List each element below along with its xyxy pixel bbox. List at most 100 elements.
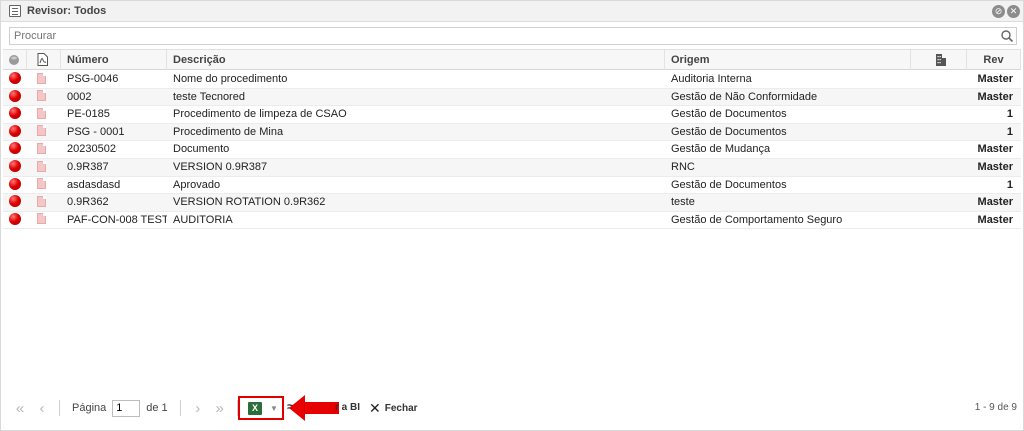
first-page-icon[interactable]: « [9, 400, 31, 417]
chevron-down-icon[interactable]: ▼ [270, 404, 278, 413]
status-cell [3, 159, 27, 176]
description-cell: Documento [173, 143, 230, 156]
pdf-cell[interactable] [27, 194, 61, 211]
building-cell [911, 89, 967, 106]
building-cell [911, 71, 967, 88]
record-count: 1 - 9 de 9 [974, 402, 1017, 413]
rev-cell: Master [977, 160, 1013, 173]
table-row[interactable]: 0002 teste Tecnored Gestão de Não Confor… [3, 88, 1021, 107]
building-column-header[interactable] [911, 50, 967, 70]
search-box [9, 27, 1017, 45]
number-cell: PE-0185 [67, 108, 110, 121]
document-icon[interactable] [37, 72, 46, 84]
document-icon[interactable] [37, 195, 46, 207]
status-red-icon [9, 89, 21, 102]
restore-icon[interactable]: ⊘ [992, 5, 1005, 18]
building-cell [911, 194, 967, 211]
status-icon [9, 55, 19, 65]
export-bi-label[interactable]: r a BI [335, 402, 360, 413]
pdf-column-header[interactable] [27, 50, 61, 70]
pdf-cell[interactable] [27, 89, 61, 106]
pdf-cell[interactable] [27, 71, 61, 88]
table-row[interactable]: 20230502 Documento Gestão de Mudança Mas… [3, 141, 1021, 159]
status-cell [3, 124, 27, 141]
title-bar: Revisor: Todos ⊘ ✕ [1, 1, 1023, 22]
close-button[interactable]: ✕ Fechar [369, 400, 418, 417]
table-row[interactable]: PAF-CON-008 TESTE AUDITORIA Gestão de Co… [3, 212, 1021, 230]
description-column-header[interactable]: Descrição [167, 50, 665, 70]
status-cell [3, 177, 27, 194]
table-row[interactable]: asdasdasd Aprovado Gestão de Documentos … [3, 177, 1021, 195]
number-cell: 0.9R387 [67, 160, 109, 173]
number-cell: PAF-CON-008 TESTE [67, 213, 167, 226]
building-cell [911, 124, 967, 141]
table-row[interactable]: 0.9R362 VERSION ROTATION 0.9R362 teste M… [3, 194, 1021, 212]
number-cell: PSG-0046 [67, 73, 119, 85]
last-page-icon[interactable]: » [209, 400, 231, 417]
status-red-icon [9, 107, 21, 120]
document-icon[interactable] [37, 90, 46, 102]
origin-column-header[interactable]: Origem [665, 50, 911, 70]
grid-header: Número Descrição Origem Rev [3, 49, 1021, 70]
search-icon[interactable] [1000, 29, 1014, 43]
document-icon[interactable] [37, 107, 46, 119]
rev-cell: 1 [1006, 178, 1013, 191]
building-cell [911, 212, 967, 229]
number-column-header[interactable]: Número [61, 50, 167, 70]
origin-cell: Gestão de Comportamento Seguro [671, 213, 843, 226]
toolbar-separator [59, 400, 60, 416]
pdf-cell[interactable] [27, 124, 61, 141]
rev-cell: 1 [1006, 108, 1013, 121]
table-row[interactable]: PSG - 0001 Procedimento de Mina Gestão d… [3, 123, 1021, 142]
document-icon[interactable] [37, 213, 46, 225]
status-column-header[interactable] [3, 50, 27, 70]
description-cell: Procedimento de limpeza de CSAO [173, 108, 347, 121]
rev-column-header[interactable]: Rev [967, 50, 1021, 70]
status-red-icon [9, 195, 21, 208]
building-icon [936, 54, 946, 66]
table-row[interactable]: PE-0185 Procedimento de limpeza de CSAO … [3, 106, 1021, 124]
description-cell: Aprovado [173, 178, 221, 191]
search-input[interactable] [10, 28, 990, 44]
status-cell [3, 106, 27, 123]
window-icon [9, 5, 21, 17]
rev-cell: Master [977, 90, 1013, 103]
page-label: Página [72, 402, 107, 414]
document-icon[interactable] [37, 178, 46, 190]
page-number-input[interactable] [112, 399, 141, 417]
pdf-cell[interactable] [27, 141, 61, 158]
document-icon[interactable] [37, 125, 46, 137]
close-icon[interactable]: ✕ [1007, 5, 1020, 18]
paging-toolbar: « ‹ Página de 1 › » ↻ X ▼ ≈ r a BI ✕ Fec… [3, 395, 1021, 421]
description-cell: AUDITORIA [173, 213, 233, 226]
rev-cell: Master [977, 143, 1013, 156]
origin-cell: Gestão de Não Conformidade [671, 90, 818, 103]
close-label: Fechar [384, 403, 418, 414]
description-cell: VERSION 0.9R387 [173, 160, 268, 173]
status-cell [3, 89, 27, 106]
table-row[interactable]: 0.9R387 VERSION 0.9R387 RNC Master [3, 158, 1021, 177]
pdf-cell[interactable] [27, 106, 61, 123]
document-icon[interactable] [37, 160, 46, 172]
export-excel-button[interactable]: X ▼ [238, 396, 284, 420]
prev-page-icon[interactable]: ‹ [31, 400, 53, 417]
building-cell [911, 141, 967, 158]
status-cell [3, 212, 27, 229]
number-cell: 0002 [67, 90, 92, 103]
origin-cell: RNC [671, 160, 695, 173]
number-cell: 0.9R362 [67, 196, 109, 209]
pdf-cell[interactable] [27, 212, 61, 229]
building-cell [911, 159, 967, 176]
origin-cell: Gestão de Documentos [671, 125, 787, 138]
pdf-cell[interactable] [27, 159, 61, 176]
status-cell [3, 194, 27, 211]
page-of-label: de 1 [146, 402, 168, 414]
table-row[interactable]: PSG-0046 Nome do procedimento Auditoria … [3, 71, 1021, 89]
pdf-cell[interactable] [27, 177, 61, 194]
document-icon[interactable] [37, 142, 46, 154]
excel-icon: X [248, 401, 262, 415]
origin-cell: Gestão de Documentos [671, 108, 787, 121]
next-page-icon[interactable]: › [187, 400, 209, 417]
building-cell [911, 106, 967, 123]
window-title: Revisor: Todos [27, 5, 107, 17]
